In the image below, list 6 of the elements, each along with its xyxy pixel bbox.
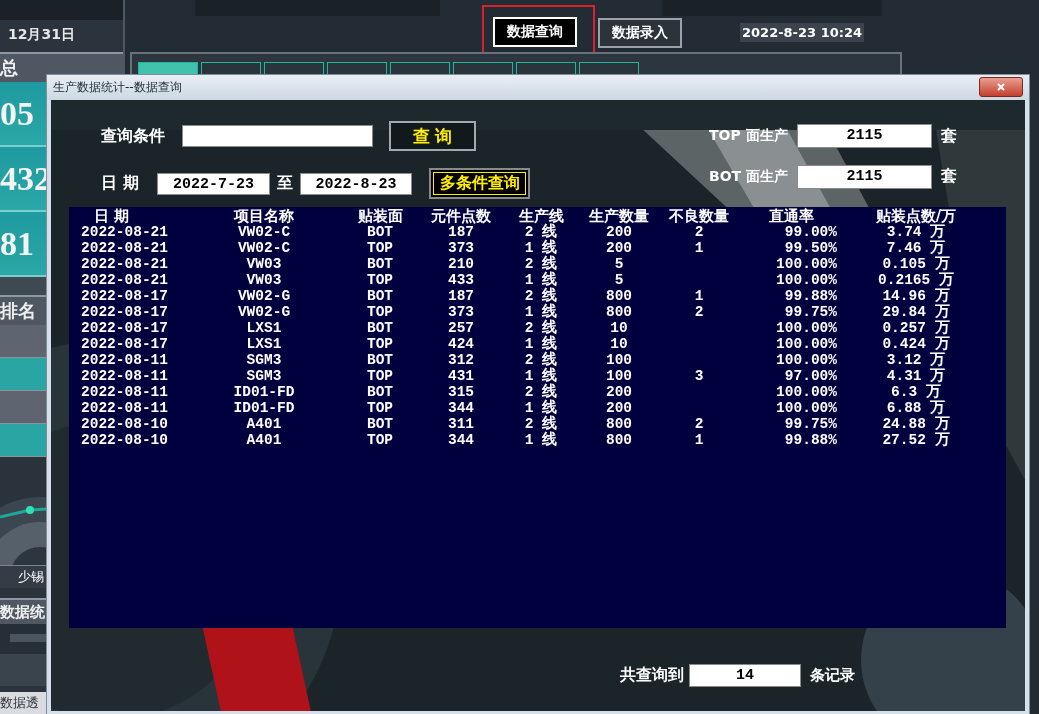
nav-button[interactable]: 数据录入 — [598, 17, 682, 48]
nav-button[interactable]: 数据查询 — [493, 16, 577, 47]
datetime: 2022-8-23 10:24 — [740, 22, 864, 42]
close-button[interactable] — [979, 77, 1023, 97]
close-icon — [996, 82, 1006, 92]
date-label: 12月31日 — [7, 25, 76, 44]
